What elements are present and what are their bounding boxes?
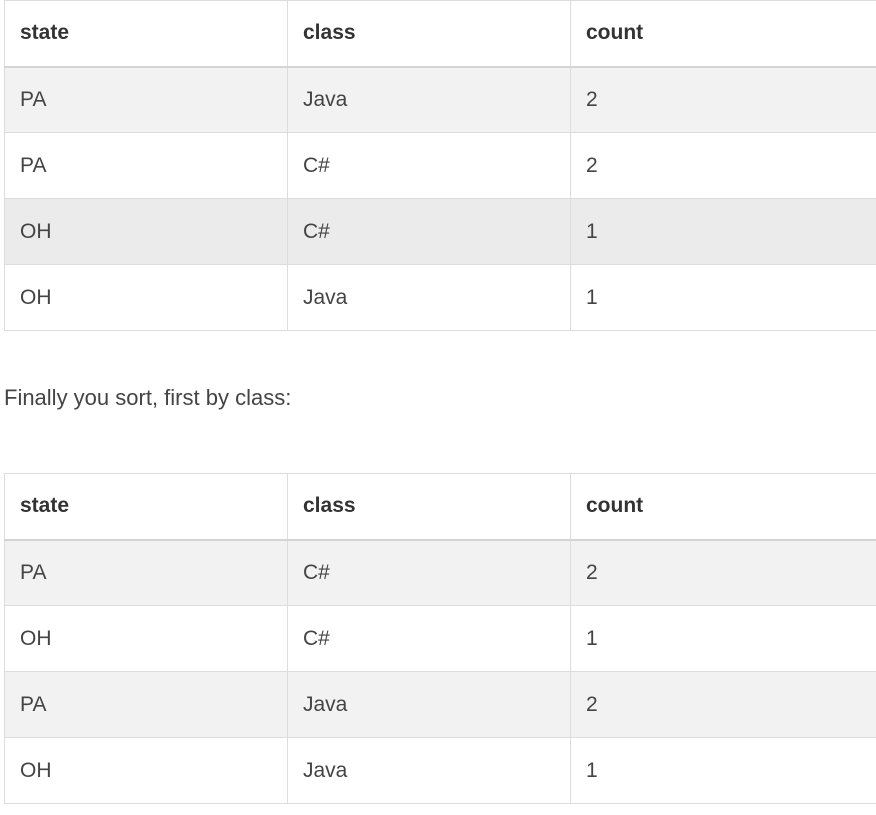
header-state: state xyxy=(4,473,288,541)
header-class: class xyxy=(287,473,571,541)
table-header-row: state class count xyxy=(4,473,876,541)
results-table-sorted: state class count PA C# 2 OH C# 1 PA Jav… xyxy=(4,473,876,804)
table-header-row: state class count xyxy=(4,0,876,68)
cell-count: 1 xyxy=(570,198,876,265)
cell-state: PA xyxy=(4,132,288,199)
table-row: PA C# 2 xyxy=(4,539,876,606)
cell-class: Java xyxy=(287,737,571,804)
cell-class: Java xyxy=(287,671,571,738)
table-row: OH C# 1 xyxy=(4,198,876,265)
header-count: count xyxy=(570,473,876,541)
cell-count: 1 xyxy=(570,737,876,804)
table-row: OH Java 1 xyxy=(4,264,876,331)
cell-count: 2 xyxy=(570,132,876,199)
cell-state: OH xyxy=(4,198,288,265)
cell-state: PA xyxy=(4,671,288,738)
cell-class: C# xyxy=(287,132,571,199)
table-row: OH C# 1 xyxy=(4,605,876,672)
cell-state: OH xyxy=(4,737,288,804)
table-row: OH Java 1 xyxy=(4,737,876,804)
cell-class: C# xyxy=(287,198,571,265)
cell-count: 2 xyxy=(570,66,876,133)
cell-class: Java xyxy=(287,66,571,133)
cell-count: 2 xyxy=(570,671,876,738)
cell-state: OH xyxy=(4,605,288,672)
cell-count: 2 xyxy=(570,539,876,606)
table-row: PA Java 2 xyxy=(4,66,876,133)
table-row: PA C# 2 xyxy=(4,132,876,199)
results-table-grouped: state class count PA Java 2 PA C# 2 OH C… xyxy=(4,0,876,331)
header-class: class xyxy=(287,0,571,68)
cell-class: C# xyxy=(287,539,571,606)
cell-count: 1 xyxy=(570,605,876,672)
header-count: count xyxy=(570,0,876,68)
cell-state: OH xyxy=(4,264,288,331)
cell-state: PA xyxy=(4,539,288,606)
sort-explanation-text: Finally you sort, first by class: xyxy=(4,385,292,410)
cell-class: C# xyxy=(287,605,571,672)
cell-state: PA xyxy=(4,66,288,133)
cell-count: 1 xyxy=(570,264,876,331)
table-row: PA Java 2 xyxy=(4,671,876,738)
cell-class: Java xyxy=(287,264,571,331)
header-state: state xyxy=(4,0,288,68)
